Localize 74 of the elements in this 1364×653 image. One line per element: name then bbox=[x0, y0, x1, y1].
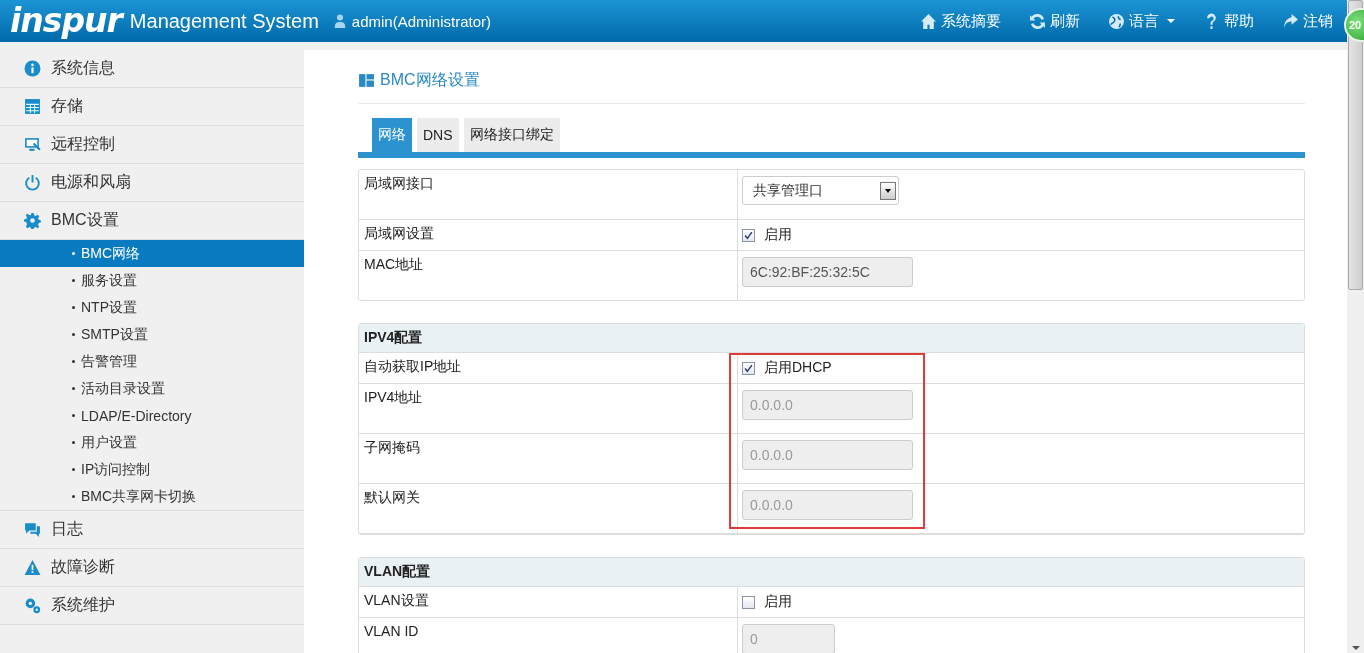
sidebar-subitem[interactable]: SMTP设置 bbox=[0, 321, 304, 348]
sidebar-subitem[interactable]: 用户设置 bbox=[0, 429, 304, 456]
checkbox[interactable] bbox=[742, 595, 755, 609]
checkbox-label: 启用DHCP bbox=[764, 359, 832, 377]
sidebar-subitem[interactable]: 告警管理 bbox=[0, 348, 304, 375]
nav-link[interactable]: 注销 bbox=[1282, 11, 1333, 31]
warning-icon bbox=[24, 559, 41, 576]
sidebar-subitem[interactable]: IP访问控制 bbox=[0, 456, 304, 483]
refresh-icon bbox=[1029, 12, 1046, 30]
dashboard-icon bbox=[358, 72, 375, 89]
bullet-icon bbox=[72, 468, 75, 471]
field-label: VLAN ID bbox=[363, 622, 420, 641]
sidebar-item[interactable]: 故障诊断 bbox=[0, 549, 304, 587]
bullet-icon bbox=[72, 333, 75, 336]
sidebar-item[interactable]: 日志 bbox=[0, 511, 304, 549]
tab[interactable]: DNS bbox=[417, 118, 459, 152]
bullet-icon bbox=[72, 252, 75, 255]
sidebar-item[interactable]: 远程控制 bbox=[0, 126, 304, 164]
sidebar-item[interactable]: 存储 bbox=[0, 88, 304, 126]
page-title: BMC网络设置 bbox=[380, 70, 480, 90]
user-icon bbox=[332, 13, 347, 29]
app-title: Management System bbox=[129, 9, 319, 33]
field-label: 子网掩码 bbox=[363, 438, 421, 457]
scroll-down-arrow[interactable] bbox=[1352, 646, 1360, 650]
nav-link[interactable]: 语言 bbox=[1108, 11, 1175, 31]
nav-link[interactable]: 系统摘要 bbox=[920, 11, 1001, 31]
forward-arrow-icon bbox=[1282, 12, 1299, 30]
bullet-icon bbox=[72, 279, 75, 282]
field-label: IPV4地址 bbox=[363, 388, 424, 407]
gears-icon bbox=[24, 597, 41, 614]
input-field[interactable]: 6C:92:BF:25:32:5C bbox=[742, 257, 913, 287]
user-name: admin(Administrator) bbox=[351, 12, 492, 30]
sidebar-item[interactable]: 电源和风扇 bbox=[0, 164, 304, 202]
bullet-icon bbox=[72, 495, 75, 498]
home-icon bbox=[920, 12, 937, 30]
power-icon bbox=[24, 174, 41, 191]
field-label: 默认网关 bbox=[363, 488, 421, 507]
field-label: 自动获取IP地址 bbox=[363, 357, 463, 376]
field-label: 局域网接口 bbox=[363, 174, 435, 193]
dropdown[interactable]: 共享管理口 bbox=[742, 176, 899, 205]
globe-icon bbox=[1108, 12, 1125, 30]
info-icon bbox=[24, 60, 41, 77]
checkbox[interactable] bbox=[742, 361, 755, 375]
sidebar-subitem[interactable]: BMC共享网卡切换 bbox=[0, 483, 304, 510]
checkbox-label: 启用 bbox=[764, 226, 792, 244]
bullet-icon bbox=[72, 360, 75, 363]
field-label: 局域网设置 bbox=[363, 224, 435, 243]
checkbox[interactable] bbox=[742, 228, 755, 242]
section-header: IPV4配置 bbox=[359, 324, 1304, 353]
bullet-icon bbox=[72, 306, 75, 309]
scrollbar-thumb[interactable] bbox=[1348, 0, 1363, 290]
sidebar-subitem[interactable]: NTP设置 bbox=[0, 294, 304, 321]
sidebar-subitem[interactable]: 活动目录设置 bbox=[0, 375, 304, 402]
sidebar-subitem[interactable]: BMC网络 bbox=[0, 240, 304, 267]
field-label: VLAN设置 bbox=[363, 591, 430, 610]
sidebar-item[interactable]: 系统信息 bbox=[0, 50, 304, 88]
field-label: MAC地址 bbox=[363, 255, 425, 274]
gear-icon bbox=[24, 212, 41, 229]
nav-link[interactable]: 帮助 bbox=[1203, 11, 1254, 31]
monitor-icon bbox=[24, 136, 41, 153]
bullet-icon bbox=[72, 387, 75, 390]
checkbox-label: 启用 bbox=[764, 593, 792, 611]
chat-bubbles-icon bbox=[24, 521, 41, 538]
bullet-icon bbox=[72, 441, 75, 444]
checkmark-icon bbox=[744, 363, 753, 373]
sidebar-item[interactable]: 系统维护 bbox=[0, 587, 304, 625]
checkmark-icon bbox=[744, 230, 753, 240]
bullet-icon bbox=[72, 414, 75, 417]
sidebar-subitem[interactable]: LDAP/E-Directory bbox=[0, 402, 304, 429]
sidebar-subitem[interactable]: 服务设置 bbox=[0, 267, 304, 294]
storage-icon bbox=[24, 98, 41, 115]
tab[interactable]: 网络接口绑定 bbox=[463, 118, 560, 152]
section-header: VLAN配置 bbox=[359, 558, 1304, 587]
nav-link[interactable]: 刷新 bbox=[1029, 11, 1080, 31]
